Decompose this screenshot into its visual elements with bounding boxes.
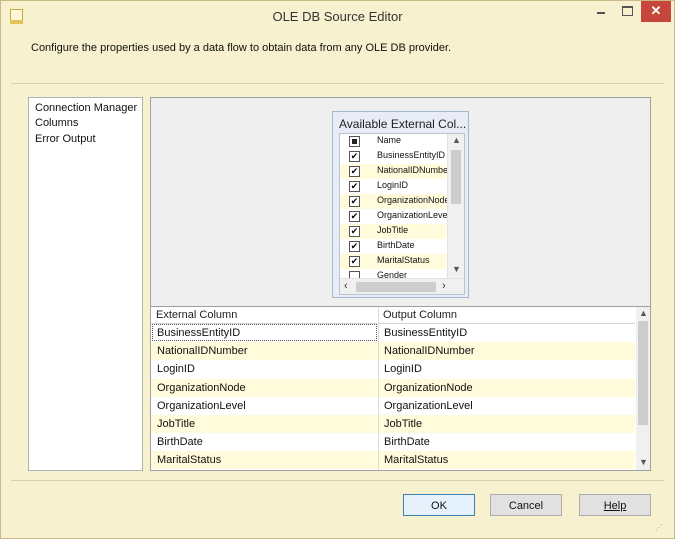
scroll-right-icon[interactable]: ›: [442, 280, 446, 292]
output-column-cell[interactable]: MaritalStatus: [384, 454, 448, 466]
available-column-name: MaritalStatus: [377, 255, 430, 265]
output-column-cell[interactable]: OrganizationLevel: [384, 400, 473, 412]
available-column-row[interactable]: ✔ MaritalStatus: [340, 254, 446, 269]
column-checkbox[interactable]: ✔: [349, 196, 360, 207]
available-list-vscrollbar[interactable]: ▲ ▼: [447, 134, 464, 278]
external-column-cell[interactable]: JobTitle: [157, 418, 195, 430]
available-column-name: LoginID: [377, 180, 409, 190]
help-button[interactable]: Help: [579, 494, 651, 516]
nav-item-columns[interactable]: Columns: [35, 117, 78, 129]
column-divider[interactable]: [378, 307, 379, 470]
footer-divider: [11, 480, 664, 481]
table-row[interactable]: MaritalStatus MaritalStatus: [151, 451, 635, 470]
columns-panel: Available External Col... Name ✔ Business…: [150, 97, 651, 471]
available-column-row[interactable]: ✔ OrganizationLevel: [340, 209, 450, 224]
grid-header: External Column Output Column: [151, 307, 635, 324]
header-output-column[interactable]: Output Column: [383, 309, 457, 321]
focused-cell-outline: [152, 324, 377, 341]
available-column-name: OrganizationLevel: [377, 210, 450, 220]
available-column-row[interactable]: ✔ BirthDate: [340, 239, 446, 254]
available-column-name: OrganizationNode: [377, 195, 450, 205]
column-checkbox[interactable]: ✔: [349, 151, 360, 162]
table-row[interactable]: LoginID LoginID: [151, 360, 635, 378]
column-mapping-grid: External Column Output Column BusinessEn…: [151, 307, 650, 470]
external-column-cell[interactable]: BirthDate: [157, 436, 203, 448]
column-designer-area: Available External Col... Name ✔ Business…: [151, 98, 650, 307]
table-row[interactable]: OrganizationLevel OrganizationLevel: [151, 397, 635, 415]
maximize-button[interactable]: [614, 1, 640, 22]
select-all-checkbox[interactable]: [349, 136, 360, 147]
scroll-down-icon[interactable]: ▼: [452, 264, 461, 274]
header-external-column[interactable]: External Column: [156, 309, 237, 321]
grid-vscrollbar[interactable]: ▲ ▼: [636, 307, 650, 470]
grid-scroll-up-icon[interactable]: ▲: [639, 308, 648, 318]
column-checkbox[interactable]: ✔: [349, 256, 360, 267]
external-column-cell[interactable]: MaritalStatus: [157, 454, 221, 466]
table-row[interactable]: BirthDate BirthDate: [151, 433, 635, 451]
available-list-hscrollbar[interactable]: ‹ ›: [340, 278, 464, 294]
grid-scroll-down-icon[interactable]: ▼: [639, 457, 648, 467]
column-checkbox[interactable]: ✔: [349, 241, 360, 252]
minimize-icon: [597, 12, 605, 14]
output-column-cell[interactable]: OrganizationNode: [384, 382, 473, 394]
title-bar: OLE DB Source Editor ✕: [1, 1, 674, 31]
cancel-button[interactable]: Cancel: [490, 494, 562, 516]
output-column-cell[interactable]: LoginID: [384, 363, 422, 375]
available-column-row[interactable]: ✔ LoginID: [340, 179, 446, 194]
available-column-row[interactable]: ✔ BusinessEntityID: [340, 149, 446, 164]
available-column-row[interactable]: ✔ JobTitle: [340, 224, 446, 239]
dialog-description: Configure the properties used by a data …: [31, 42, 452, 54]
table-row[interactable]: NationalIDNumber NationalIDNumber: [151, 342, 635, 361]
table-row[interactable]: OrganizationNode OrganizationNode: [151, 378, 635, 397]
scroll-thumb[interactable]: [451, 150, 461, 204]
column-checkbox[interactable]: ✔: [349, 211, 360, 222]
window-title: OLE DB Source Editor: [272, 9, 403, 24]
nav-item-error-output[interactable]: Error Output: [35, 133, 96, 145]
scroll-left-icon[interactable]: ‹: [344, 280, 348, 292]
available-column-row[interactable]: ✔ NationalIDNumber: [340, 164, 451, 179]
available-column-name: JobTitle: [377, 225, 409, 235]
column-checkbox[interactable]: ✔: [349, 181, 360, 192]
external-column-cell[interactable]: OrganizationNode: [157, 382, 246, 394]
external-column-cell[interactable]: NationalIDNumber: [157, 345, 247, 357]
available-column-name: BusinessEntityID: [377, 150, 446, 160]
available-column-name: BirthDate: [377, 240, 415, 250]
column-checkbox[interactable]: ✔: [349, 226, 360, 237]
available-column-row[interactable]: ✔ OrganizationNode: [340, 194, 450, 209]
available-columns-title: Available External Col...: [339, 117, 467, 131]
column-checkbox[interactable]: ✔: [349, 166, 360, 177]
grid-scroll-thumb[interactable]: [638, 321, 648, 425]
available-columns-list: Name ✔ BusinessEntityID ✔ NationalIDNumber ✔…: [339, 133, 465, 295]
help-button-label: Help: [603, 500, 627, 512]
available-column-name: NationalIDNumber: [377, 165, 452, 175]
external-column-cell[interactable]: LoginID: [157, 363, 195, 375]
output-column-cell[interactable]: JobTitle: [384, 418, 422, 430]
output-column-cell[interactable]: NationalIDNumber: [384, 345, 474, 357]
available-columns-header: Name: [340, 134, 446, 149]
nav-item-connection-manager[interactable]: Connection Manager: [35, 102, 137, 114]
ok-button[interactable]: OK: [403, 494, 475, 516]
resize-grip-icon[interactable]: ⋰: [655, 523, 663, 532]
close-button[interactable]: ✕: [641, 1, 671, 22]
dialog-window: OLE DB Source Editor ✕ Configure the pro…: [0, 0, 675, 539]
name-header: Name: [377, 135, 402, 145]
minimize-button[interactable]: [588, 1, 614, 22]
maximize-icon: [622, 6, 633, 16]
header-divider: [11, 83, 664, 84]
table-row[interactable]: JobTitle JobTitle: [151, 415, 635, 433]
hscroll-thumb[interactable]: [356, 282, 436, 292]
page-nav: Connection Manager Columns Error Output: [28, 97, 143, 471]
output-column-cell[interactable]: BirthDate: [384, 436, 430, 448]
output-column-cell[interactable]: BusinessEntityID: [384, 327, 467, 339]
scroll-up-icon[interactable]: ▲: [452, 135, 461, 145]
external-column-cell[interactable]: OrganizationLevel: [157, 400, 246, 412]
available-columns-box: Available External Col... Name ✔ Business…: [332, 111, 469, 298]
